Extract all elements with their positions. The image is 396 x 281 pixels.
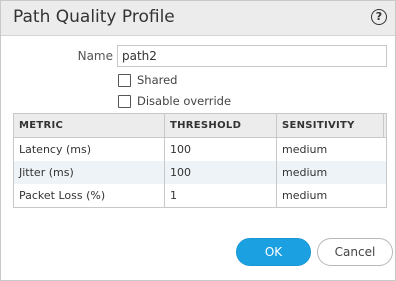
help-icon[interactable]: ? (371, 9, 387, 25)
shared-checkbox-row[interactable]: Shared (118, 72, 178, 88)
shared-checkbox[interactable] (118, 73, 131, 87)
table-row[interactable]: Latency (ms) 100 medium (14, 138, 386, 161)
table-row[interactable]: Jitter (ms) 100 medium (14, 161, 386, 184)
name-label: Name (77, 49, 113, 63)
name-input[interactable]: path2 (117, 45, 387, 67)
threshold-cell[interactable]: 1 (164, 184, 276, 207)
sensitivity-cell[interactable]: medium (276, 184, 386, 207)
cancel-button[interactable]: Cancel (317, 238, 393, 266)
ok-button[interactable]: OK (236, 238, 311, 266)
threshold-cell[interactable]: 100 (164, 138, 276, 161)
table-row[interactable]: Packet Loss (%) 1 medium (14, 184, 386, 207)
shared-label: Shared (137, 73, 178, 87)
sensitivity-cell[interactable]: medium (276, 138, 386, 161)
disable-override-label: Disable override (137, 94, 232, 108)
path-quality-profile-dialog: Path Quality Profile ? Name path2 Shared… (0, 0, 396, 281)
metric-cell: Jitter (ms) (19, 166, 74, 179)
disable-override-checkbox-row[interactable]: Disable override (118, 93, 231, 109)
dialog-titlebar: Path Quality Profile ? (1, 1, 395, 36)
metric-cell: Latency (ms) (19, 143, 92, 156)
metric-cell: Packet Loss (%) (19, 189, 106, 202)
sensitivity-cell[interactable]: medium (276, 161, 386, 184)
disable-override-checkbox[interactable] (118, 94, 131, 108)
column-header-sensitivity[interactable]: SENSITIVITY (276, 114, 384, 137)
threshold-cell[interactable]: 100 (164, 161, 276, 184)
dialog-title: Path Quality Profile (13, 7, 175, 27)
metrics-table: METRIC THRESHOLD SENSITIVITY Latency (ms… (13, 113, 387, 208)
column-header-metric[interactable]: METRIC (14, 114, 164, 137)
column-header-threshold[interactable]: THRESHOLD (164, 114, 276, 137)
table-header-row: METRIC THRESHOLD SENSITIVITY (14, 114, 386, 138)
